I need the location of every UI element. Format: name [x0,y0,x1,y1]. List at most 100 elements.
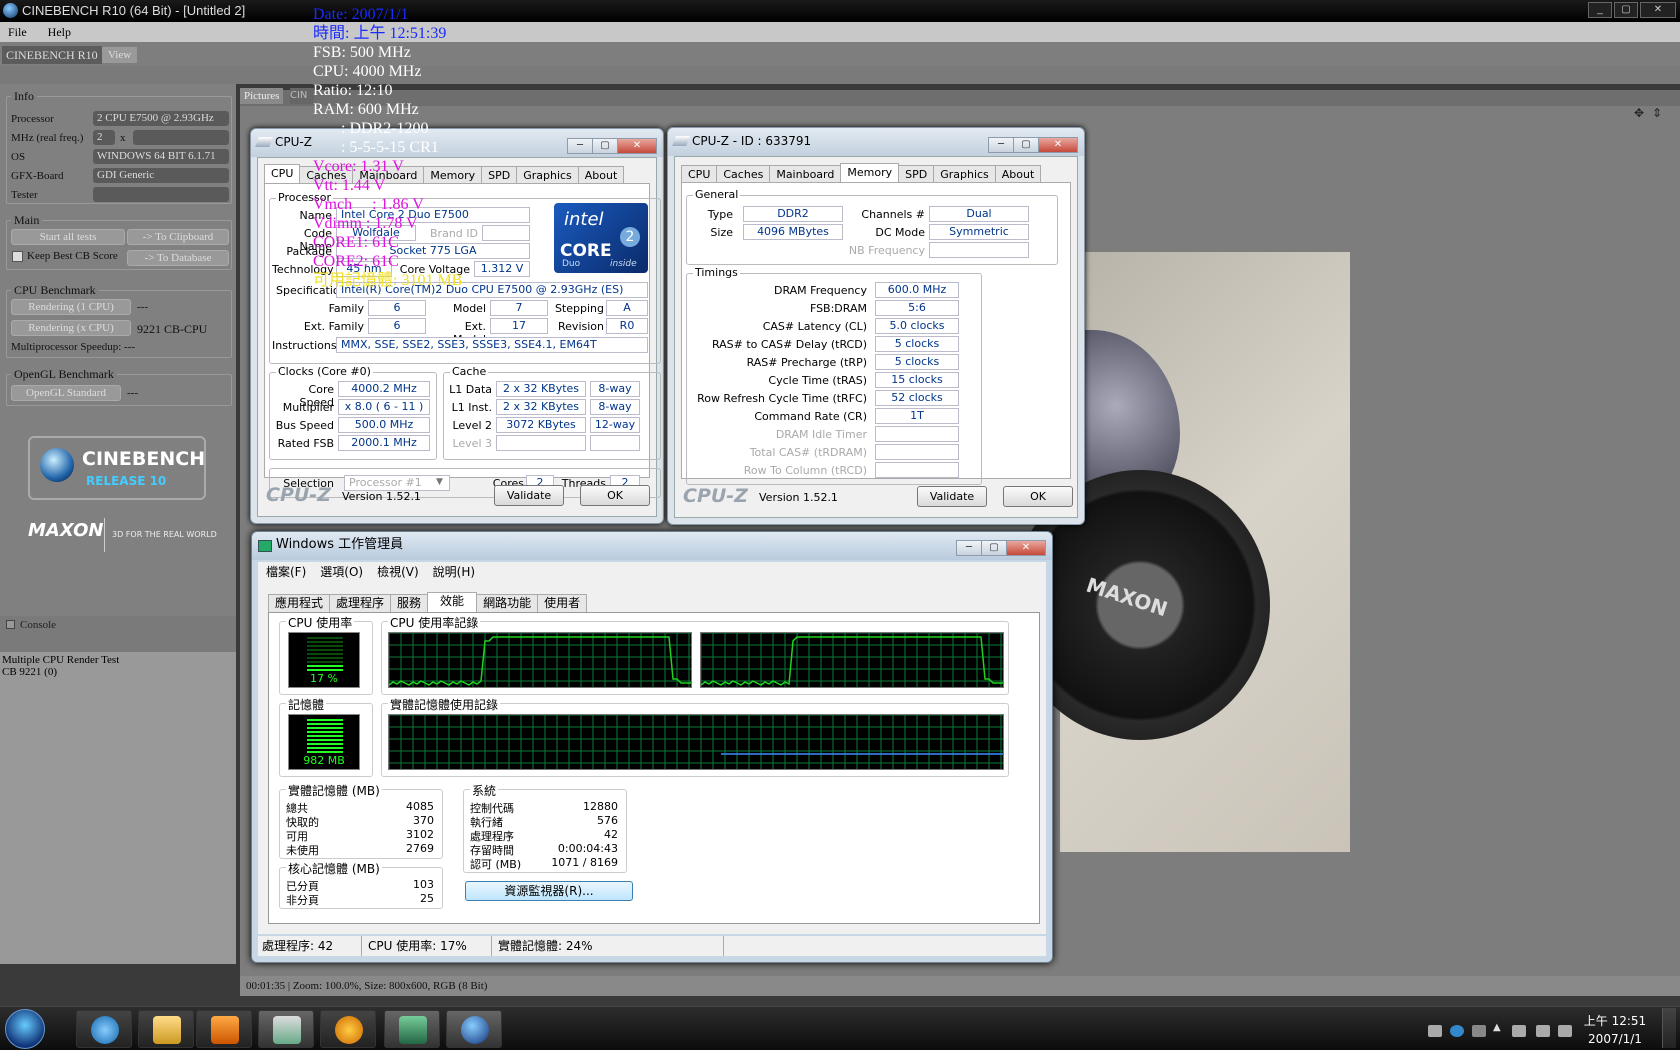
expand-icon[interactable]: ⇕ [1652,106,1662,120]
to-database-button[interactable]: -> To Database [127,250,229,266]
start-button[interactable] [5,1009,45,1049]
cpuz-title-bar: CPU-Z - ID : 633791 ─ ▢ ✕ [668,128,1084,156]
close-button[interactable]: ✕ [1006,540,1046,556]
console-line: Multiple CPU Render Test [2,654,120,666]
opengl-standard-button[interactable]: OpenGL Standard [11,385,121,401]
maximize-button[interactable]: ▢ [592,138,618,154]
tab-about[interactable]: About [994,165,1042,183]
resource-monitor-button[interactable]: 資源監視器(R)... [465,881,633,901]
tab-spd[interactable]: SPD [898,165,935,183]
ok-button[interactable]: OK [1003,486,1073,507]
opengl-score: --- [127,387,138,399]
tab-pictures[interactable]: Pictures [240,88,284,104]
menu-view[interactable]: 檢視(V) [377,565,419,579]
cpuz-version: Version 1.52.1 [342,490,421,503]
tab-services[interactable]: 服務 [390,594,429,612]
kernel-memory-group: 核心記憶體 (MB) 已分頁 103 非分頁 25 [279,860,443,909]
cinebench-logo: CINEBENCH RELEASE 10 [28,436,206,500]
ok-button[interactable]: OK [580,485,650,506]
tab-caches[interactable]: Caches [299,166,354,184]
keyboard-icon[interactable] [1428,1025,1442,1037]
render-xcpu-button[interactable]: Rendering (x CPU) [11,320,131,336]
tab-performance[interactable]: 效能 [427,592,478,612]
tab-memory[interactable]: Memory [840,163,900,183]
language-icon[interactable] [1472,1025,1486,1037]
taskbar-task-manager[interactable] [384,1010,440,1048]
mhz-value[interactable]: 2 [93,130,115,145]
taskbar-ie[interactable] [76,1010,132,1048]
tab-graphics[interactable]: Graphics [516,166,579,184]
console-header[interactable]: Console [0,616,236,634]
tab-about[interactable]: About [577,166,625,184]
maximize-button[interactable]: ▢ [1614,2,1638,18]
menu-help[interactable]: Help [48,25,71,39]
tray-expand-icon[interactable]: ▲ [1493,1022,1501,1033]
tab-cpu[interactable]: CPU [264,164,301,184]
tab-applications[interactable]: 應用程式 [268,594,331,612]
network-icon[interactable] [1558,1025,1572,1037]
flag-icon[interactable] [1536,1025,1550,1037]
start-all-tests-button[interactable]: Start all tests [11,229,125,245]
physical-memory-group: 實體記憶體 (MB) 總共 4085 快取的 370 可用 3102 未使用 2769 [279,782,443,859]
menu-options[interactable]: 選項(O) [320,565,363,579]
tab-memory[interactable]: Memory [423,166,483,184]
tab-graphics[interactable]: Graphics [933,165,996,183]
tab-cinebench[interactable]: CINEBENCH R10 [2,46,102,64]
tab-mainboard[interactable]: Mainboard [352,166,425,184]
taskbar-media-player[interactable] [196,1010,252,1048]
timings-group: Timings DRAM Frequency 600.0 MHz FSB:DRA… [686,266,982,485]
close-button[interactable]: ✕ [1640,2,1676,18]
taskbar-explorer[interactable] [138,1010,194,1048]
os-value: WINDOWS 64 BIT 6.1.71 [93,149,229,164]
memory-gauge: 982 MB [288,714,360,770]
close-button[interactable]: ✕ [617,138,657,154]
minimize-button[interactable]: ─ [567,138,593,154]
cpuz-icon [255,137,273,147]
to-clipboard-button[interactable]: -> To Clipboard [127,229,229,245]
tab-caches[interactable]: Caches [716,165,771,183]
validate-button[interactable]: Validate [917,486,987,507]
speaker-icon[interactable] [1512,1025,1526,1037]
tester-input[interactable] [93,187,229,202]
cpu-usage-gauge: 17 % [288,632,360,688]
close-button[interactable]: ✕ [1038,137,1078,153]
status-memory: 實體記憶體: 24% [494,936,724,956]
menu-file[interactable]: 檔案(F) [266,565,306,579]
taskbar-cinebench[interactable] [446,1010,502,1048]
minimize-button[interactable]: ─ [988,137,1014,153]
tab-spd[interactable]: SPD [481,166,518,184]
taskbar-everest[interactable] [320,1010,376,1048]
tab-users[interactable]: 使用者 [537,594,588,612]
cpuz-title-bar: CPU-Z ─ ▢ ✕ [251,129,663,157]
tray-clock[interactable]: 上午 12:51 2007/1/1 [1580,1012,1650,1048]
multiplier-value: x 8.0 ( 6 - 11 ) [338,399,430,415]
tab-networking[interactable]: 網路功能 [476,594,539,612]
maximize-button[interactable]: ▢ [1013,137,1039,153]
show-desktop-button[interactable] [1662,1008,1676,1048]
tab-view[interactable]: View [102,47,138,63]
tab-mainboard[interactable]: Mainboard [769,165,842,183]
tab-cinebench-picture[interactable]: CIN [290,88,314,104]
mhz-freq-input[interactable] [133,130,229,145]
maximize-button[interactable]: ▢ [981,540,1007,556]
task-manager-status-bar: 處理程序: 42 CPU 使用率: 17% 實體記憶體: 24% [258,936,1046,956]
minimize-button[interactable]: ─ [956,540,982,556]
menu-help[interactable]: 說明(H) [433,565,475,579]
minimize-button[interactable]: _ [1588,2,1612,18]
tab-cpu[interactable]: CPU [681,165,718,183]
render-1cpu-button[interactable]: Rendering (1 CPU) [11,299,131,315]
memory-value: 982 MB [303,754,345,767]
help-icon[interactable] [1450,1025,1464,1037]
main-title: Main [11,213,43,228]
menu-file[interactable]: File [8,25,27,39]
move-icon[interactable]: ✥ [1634,106,1644,120]
cpuz-body: CPU Caches Mainboard Memory SPD Graphics About… [257,157,661,517]
core-speed-value: 4000.2 MHz [338,381,430,397]
tab-processes[interactable]: 處理程序 [329,594,392,612]
keep-best-checkbox[interactable] [12,251,23,262]
validate-button[interactable]: Validate [494,485,564,506]
cpuz-icon [273,1016,301,1044]
console-label: Console [20,619,57,631]
taskbar-cpuz[interactable] [258,1010,314,1048]
console-toggle-icon[interactable] [6,620,15,629]
